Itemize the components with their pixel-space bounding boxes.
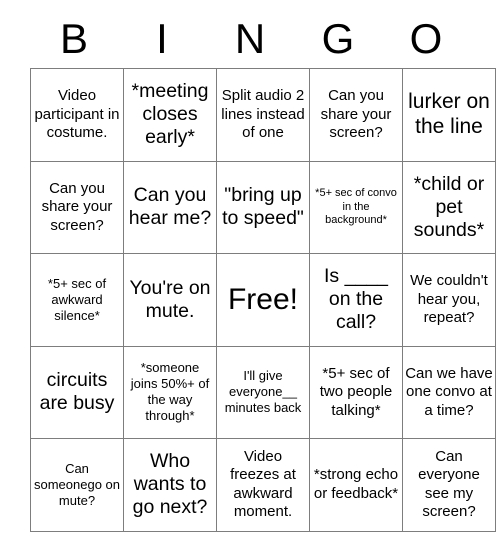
bingo-cell[interactable]: Video freezes at awkward moment. <box>216 438 310 532</box>
bingo-row: *5+ sec of awkward silence* You're on mu… <box>30 253 496 347</box>
bingo-cell-text: Can you share your screen? <box>320 87 396 141</box>
bingo-cell-text: lurker on the line <box>408 90 496 138</box>
bingo-cell[interactable]: Can you share your screen? <box>309 68 403 162</box>
bingo-row: circuits are busy *someone joins 50%+ of… <box>30 345 496 439</box>
bingo-cell-text: "bring up to speed" <box>222 184 308 230</box>
bingo-header-letter-g: G <box>321 15 355 62</box>
bingo-card: B I N G O Video participant in costume. … <box>30 10 496 532</box>
bingo-header-letter-o: O <box>409 15 443 62</box>
bingo-row: Can you share your screen? Can you hear … <box>30 160 496 254</box>
bingo-cell[interactable]: Split audio 2 lines instead of one <box>216 68 310 162</box>
bingo-cell-text: Can someonego on mute? <box>33 460 124 508</box>
bingo-cell-text: Can we have one convo at a time? <box>405 364 493 419</box>
bingo-cell-text: *someone joins 50%+ of the way through* <box>130 360 213 424</box>
bingo-cell[interactable]: Can you share your screen? <box>30 160 124 254</box>
bingo-cell[interactable]: "bring up to speed" <box>216 160 310 254</box>
bingo-cell[interactable]: I'll give everyone__ minutes back <box>216 345 310 439</box>
bingo-cell[interactable]: Who wants to go next? <box>123 438 217 532</box>
bingo-grid: Video participant in costume. *meeting c… <box>30 68 496 532</box>
bingo-cell-text: *strong echo or feedback* <box>313 466 403 502</box>
bingo-row: Video participant in costume. *meeting c… <box>30 68 496 162</box>
bingo-cell[interactable]: Can we have one convo at a time? <box>402 345 496 439</box>
bingo-cell[interactable]: Can everyone see my screen? <box>402 438 496 532</box>
bingo-cell-text: circuits are busy <box>39 369 115 415</box>
bingo-cell[interactable]: *5+ sec of convo in the background* <box>309 160 403 254</box>
bingo-header-letter-n: N <box>234 15 266 62</box>
bingo-cell-text: You're on mute. <box>129 276 216 322</box>
bingo-cell[interactable]: *strong echo or feedback* <box>309 438 403 532</box>
bingo-cell-text: Video participant in costume. <box>34 87 124 141</box>
bingo-cell-text: We couldn't hear you, repeat? <box>410 272 492 326</box>
bingo-cell[interactable]: Is ____ on the call? <box>309 253 403 347</box>
bingo-cell[interactable]: *meeting closes early* <box>123 68 217 162</box>
bingo-cell-text: I'll give everyone__ minutes back <box>224 368 302 416</box>
bingo-cell[interactable]: lurker on the line <box>402 68 496 162</box>
bingo-cell-text: *meeting closes early* <box>131 80 214 149</box>
bingo-cell-text: *child or pet sounds* <box>413 172 490 241</box>
bingo-cell-text: Free! <box>227 282 299 316</box>
bingo-cell-text: Video freezes at awkward moment. <box>230 447 301 521</box>
bingo-cell[interactable]: You're on mute. <box>123 253 217 347</box>
bingo-row: Can someonego on mute? Who wants to go n… <box>30 438 496 532</box>
bingo-cell-free[interactable]: Free! <box>216 253 310 347</box>
bingo-header: B I N G O <box>30 10 470 68</box>
bingo-header-letter-b: B <box>59 15 88 62</box>
bingo-cell-text: Can you hear me? <box>128 184 212 230</box>
bingo-cell-text: Who wants to go next? <box>132 450 212 519</box>
bingo-cell-text: *5+ sec of convo in the background* <box>315 187 400 226</box>
bingo-cell[interactable]: Can you hear me? <box>123 160 217 254</box>
bingo-cell-text: Split audio 2 lines instead of one <box>221 87 309 141</box>
bingo-cell[interactable]: Video participant in costume. <box>30 68 124 162</box>
bingo-cell[interactable]: *child or pet sounds* <box>402 160 496 254</box>
bingo-cell-text: Can everyone see my screen? <box>418 447 485 521</box>
bingo-cell[interactable]: *someone joins 50%+ of the way through* <box>123 345 217 439</box>
bingo-cell-text: Can you share your screen? <box>41 179 117 234</box>
bingo-cell[interactable]: circuits are busy <box>30 345 124 439</box>
bingo-cell-text: Is ____ on the call? <box>324 265 394 334</box>
bingo-cell[interactable]: We couldn't hear you, repeat? <box>402 253 496 347</box>
bingo-cell[interactable]: Can someonego on mute? <box>30 438 124 532</box>
bingo-cell-text: *5+ sec of two people talking* <box>319 364 397 419</box>
bingo-cell-text: *5+ sec of awkward silence* <box>47 275 110 323</box>
bingo-cell[interactable]: *5+ sec of awkward silence* <box>30 253 124 347</box>
bingo-header-letter-i: I <box>156 15 168 62</box>
bingo-cell[interactable]: *5+ sec of two people talking* <box>309 345 403 439</box>
